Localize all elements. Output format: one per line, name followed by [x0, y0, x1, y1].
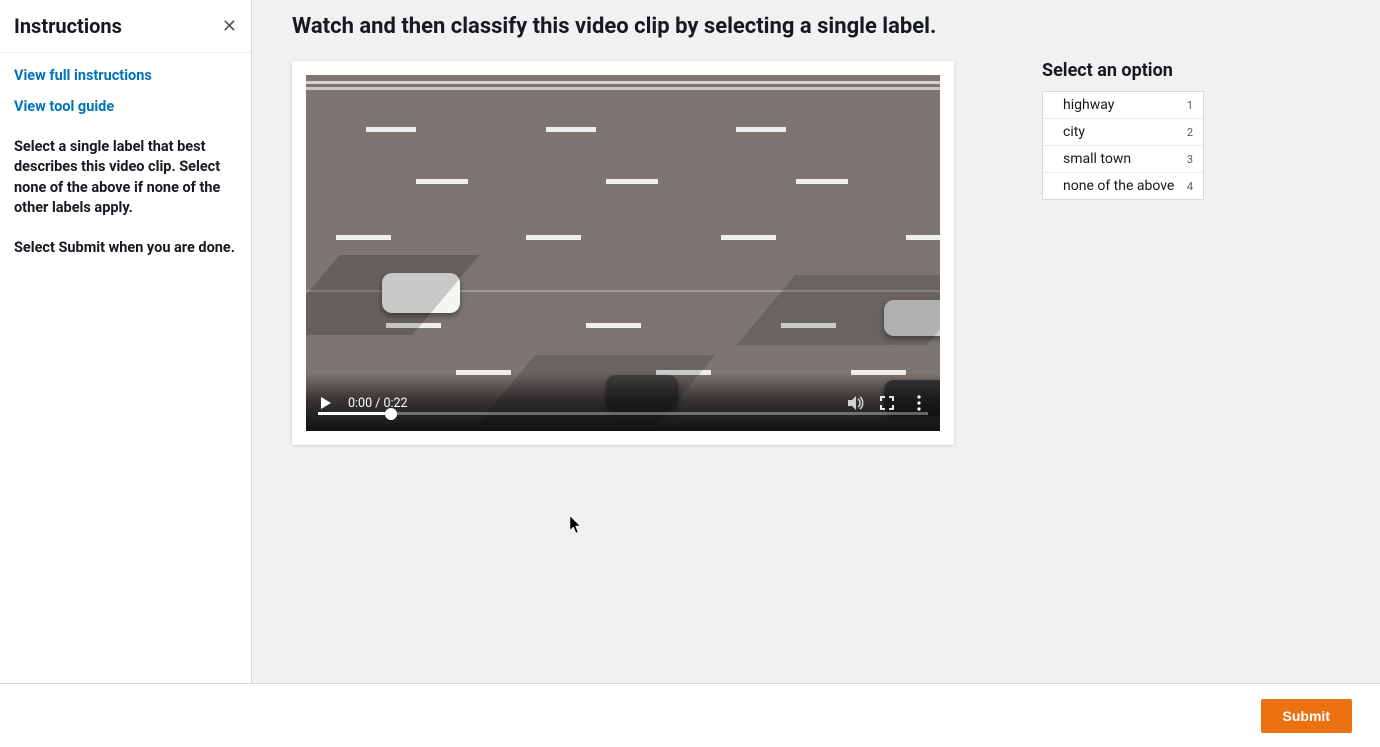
app-root: Instructions ✕ View full instructions Vi…: [0, 0, 1380, 683]
instructions-paragraph-1: Select a single label that best describe…: [14, 137, 237, 218]
video-progress-fill: [318, 412, 391, 415]
footer-bar: Submit: [0, 683, 1380, 747]
options-title: Select an option: [1042, 60, 1204, 81]
option-hotkey: 4: [1187, 180, 1193, 193]
instructions-sidebar: Instructions ✕ View full instructions Vi…: [0, 0, 252, 683]
volume-icon: [846, 394, 864, 412]
option-label: small town: [1063, 151, 1131, 167]
video-progress-knob[interactable]: [385, 408, 397, 420]
option-hotkey: 2: [1187, 126, 1193, 139]
fullscreen-button[interactable]: [878, 394, 896, 412]
option-none-of-the-above[interactable]: none of the above 4: [1043, 173, 1203, 199]
close-icon: ✕: [222, 16, 237, 36]
view-tool-guide-link[interactable]: View tool guide: [14, 98, 237, 115]
option-hotkey: 1: [1187, 99, 1193, 112]
instructions-paragraph-2: Select Submit when you are done.: [14, 238, 237, 258]
kebab-icon: [917, 395, 921, 411]
task-title: Watch and then classify this video clip …: [292, 14, 954, 39]
close-sidebar-button[interactable]: ✕: [222, 17, 237, 35]
option-list: highway 1 city 2 small town 3 none of th…: [1042, 91, 1204, 200]
play-icon: [318, 395, 334, 411]
options-panel: Select an option highway 1 city 2 small …: [1042, 60, 1204, 200]
more-options-button[interactable]: [910, 394, 928, 412]
option-label: highway: [1063, 97, 1114, 113]
sidebar-header: Instructions ✕: [0, 0, 251, 53]
option-label: none of the above: [1063, 178, 1174, 194]
fullscreen-icon: [879, 395, 895, 411]
option-hotkey: 3: [1187, 153, 1193, 166]
video-controls: 0:00 / 0:22: [306, 373, 940, 431]
play-button[interactable]: [318, 395, 334, 411]
main-area: Watch and then classify this video clip …: [252, 0, 1380, 683]
submit-button[interactable]: Submit: [1261, 699, 1352, 733]
sidebar-body: View full instructions View tool guide S…: [0, 53, 251, 272]
video-card: 0:00 / 0:22: [292, 61, 954, 445]
option-label: city: [1063, 124, 1085, 140]
video-progress-bar[interactable]: [318, 412, 928, 415]
video-player[interactable]: 0:00 / 0:22: [306, 75, 940, 431]
volume-button[interactable]: [846, 394, 864, 412]
task-content: Watch and then classify this video clip …: [292, 14, 954, 445]
sidebar-title: Instructions: [14, 14, 122, 38]
option-small-town[interactable]: small town 3: [1043, 146, 1203, 173]
mouse-cursor-icon: [570, 516, 582, 534]
option-city[interactable]: city 2: [1043, 119, 1203, 146]
video-time-display: 0:00 / 0:22: [348, 396, 408, 411]
option-highway[interactable]: highway 1: [1043, 92, 1203, 119]
view-full-instructions-link[interactable]: View full instructions: [14, 67, 237, 84]
